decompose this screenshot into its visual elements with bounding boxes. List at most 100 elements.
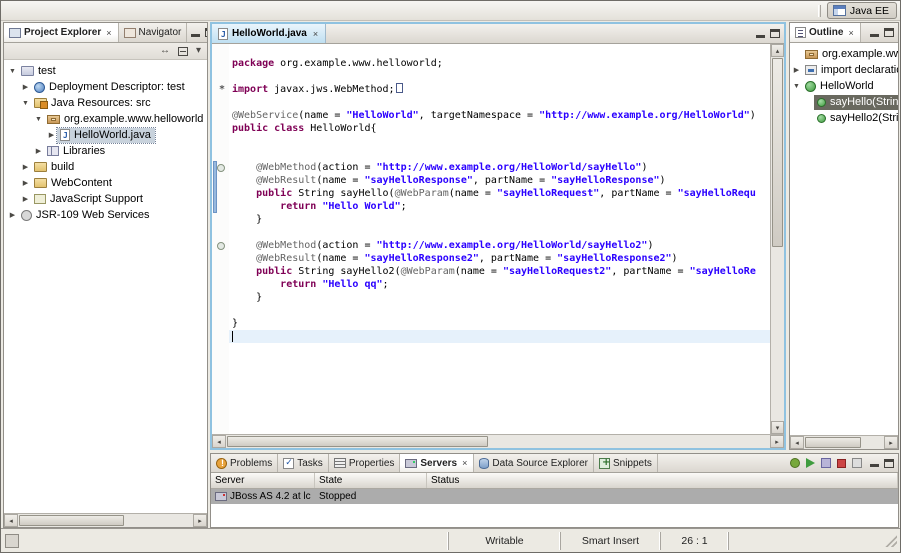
- code-line[interactable]: [229, 44, 770, 57]
- tree-item-jsr-109-web-services[interactable]: ▶JSR-109 Web Services: [4, 207, 207, 223]
- scrollbar-track[interactable]: [804, 436, 884, 449]
- stop-icon[interactable]: [837, 459, 846, 468]
- tab-data-source-explorer[interactable]: Data Source Explorer: [474, 454, 594, 472]
- scroll-left-icon[interactable]: ◂: [212, 435, 226, 448]
- expander-icon[interactable]: ▶: [7, 211, 18, 219]
- maximize-icon[interactable]: [884, 28, 894, 37]
- expander-icon[interactable]: ▶: [33, 147, 44, 155]
- perspective-java-ee-button[interactable]: Java EE: [827, 2, 897, 19]
- expander-icon[interactable]: ▼: [7, 68, 18, 75]
- code-line[interactable]: @WebService(name = "HelloWorld", targetN…: [229, 109, 770, 122]
- view-menu-icon[interactable]: ▾: [196, 46, 201, 56]
- code-line[interactable]: public class HelloWorld{: [229, 122, 770, 135]
- webservice-marker-icon[interactable]: [217, 164, 225, 172]
- horizontal-scrollbar[interactable]: ◂ ▸: [790, 435, 898, 449]
- expander-icon[interactable]: ▶: [20, 163, 31, 171]
- code-line[interactable]: [229, 226, 770, 239]
- tab-servers[interactable]: Servers×: [400, 454, 474, 472]
- expander-icon[interactable]: ▼: [33, 116, 44, 123]
- outline-item-sayhello2-string[interactable]: sayHello2(String: [790, 110, 898, 126]
- tree-item-libraries[interactable]: ▶Libraries: [4, 143, 207, 159]
- trim-icon[interactable]: [5, 534, 19, 548]
- expander-icon[interactable]: ▶: [46, 131, 57, 139]
- code-line[interactable]: @WebResult(name = "sayHelloResponse", pa…: [229, 174, 770, 187]
- code-line[interactable]: public String sayHello2(@WebParam(name =…: [229, 265, 770, 278]
- tab-snippets[interactable]: Snippets: [594, 454, 658, 472]
- code-line[interactable]: @WebMethod(action = "http://www.example.…: [229, 239, 770, 252]
- scroll-left-icon[interactable]: ◂: [790, 436, 804, 449]
- code-line[interactable]: @WebMethod(action = "http://www.example.…: [229, 161, 770, 174]
- tab-problems[interactable]: Problems: [211, 454, 278, 472]
- scroll-up-icon[interactable]: ▴: [771, 44, 784, 57]
- column-header-server[interactable]: Server: [211, 473, 315, 488]
- code-line[interactable]: }: [229, 291, 770, 304]
- code-line[interactable]: public String sayHello(@WebParam(name = …: [229, 187, 770, 200]
- tree-item-test[interactable]: ▼test: [4, 63, 207, 79]
- start-icon[interactable]: [806, 458, 815, 468]
- annotation-ruler[interactable]: *: [212, 44, 229, 434]
- horizontal-scrollbar[interactable]: ◂ ▸: [212, 434, 784, 448]
- scrollbar-track[interactable]: [771, 57, 784, 421]
- code-line[interactable]: }: [229, 317, 770, 330]
- horizontal-scrollbar[interactable]: ◂ ▸: [4, 513, 207, 527]
- scrollbar-thumb[interactable]: [805, 437, 861, 448]
- vertical-scrollbar[interactable]: ▴ ▾: [770, 44, 784, 434]
- code-line[interactable]: [229, 304, 770, 317]
- scroll-right-icon[interactable]: ▸: [193, 514, 207, 527]
- minimize-icon[interactable]: [870, 29, 879, 37]
- quickfix-marker-icon[interactable]: *: [219, 84, 225, 95]
- close-icon[interactable]: ×: [847, 28, 854, 38]
- link-with-editor-icon[interactable]: ↔: [160, 46, 170, 56]
- code-line[interactable]: package org.example.www.helloworld;: [229, 57, 770, 70]
- code-line[interactable]: [229, 148, 770, 161]
- collapse-all-icon[interactable]: [178, 47, 188, 56]
- server-row[interactable]: JBoss AS 4.2 at lcStopped: [211, 489, 898, 504]
- toolbar-grip[interactable]: [818, 5, 821, 17]
- tab-outline[interactable]: Outline ×: [790, 23, 861, 42]
- tree-item-webcontent[interactable]: ▶WebContent: [4, 175, 207, 191]
- scrollbar-thumb[interactable]: [227, 436, 488, 447]
- expander-icon[interactable]: ▶: [791, 66, 802, 74]
- tree-item-java-resources-src[interactable]: ▼Java Resources: src: [4, 95, 207, 111]
- code-line[interactable]: }: [229, 213, 770, 226]
- close-icon[interactable]: ×: [312, 29, 319, 39]
- code-editor[interactable]: package org.example.www.helloworld; impo…: [229, 44, 770, 434]
- code-line[interactable]: [229, 96, 770, 109]
- scrollbar-thumb[interactable]: [772, 58, 783, 247]
- outline-item-helloworld[interactable]: ▼HelloWorld: [790, 78, 898, 94]
- outline-item-org-example-www[interactable]: org.example.www: [790, 46, 898, 62]
- tab-project-explorer[interactable]: Project Explorer ×: [4, 23, 119, 42]
- tab-helloworld-java[interactable]: HelloWorld.java ×: [212, 24, 326, 43]
- outline-item-sayhello-string[interactable]: sayHello(String: [790, 94, 898, 110]
- tab-navigator[interactable]: Navigator: [119, 23, 188, 42]
- tree-item-javascript-support[interactable]: ▶JavaScript Support: [4, 191, 207, 207]
- code-line[interactable]: [229, 135, 770, 148]
- close-icon[interactable]: ×: [105, 28, 112, 38]
- scrollbar-track[interactable]: [226, 435, 770, 448]
- expander-icon[interactable]: ▶: [20, 179, 31, 187]
- minimize-icon[interactable]: [191, 29, 200, 37]
- code-line[interactable]: @WebResult(name = "sayHelloResponse2", p…: [229, 252, 770, 265]
- scroll-left-icon[interactable]: ◂: [4, 514, 18, 527]
- close-icon[interactable]: ×: [461, 458, 468, 468]
- profile-icon[interactable]: [821, 458, 831, 468]
- tree-item-helloworld-java[interactable]: ▶HelloWorld.java: [4, 127, 207, 143]
- scroll-down-icon[interactable]: ▾: [771, 421, 784, 434]
- debug-icon[interactable]: [790, 458, 800, 468]
- tree-item-deployment-descriptor-test[interactable]: ▶Deployment Descriptor: test: [4, 79, 207, 95]
- outline-item-import-declarations[interactable]: ▶import declarations: [790, 62, 898, 78]
- maximize-icon[interactable]: [770, 29, 780, 38]
- maximize-icon[interactable]: [884, 459, 894, 468]
- scrollbar-track[interactable]: [18, 514, 193, 527]
- expander-icon[interactable]: ▼: [20, 100, 31, 107]
- expander-icon[interactable]: ▶: [20, 83, 31, 91]
- tab-tasks[interactable]: Tasks: [278, 454, 329, 472]
- code-line[interactable]: import javax.jws.WebMethod;: [229, 83, 770, 96]
- code-line[interactable]: return "Hello World";: [229, 200, 770, 213]
- scrollbar-thumb[interactable]: [19, 515, 124, 526]
- tree-item-build[interactable]: ▶build: [4, 159, 207, 175]
- code-line[interactable]: return "Hello qq";: [229, 278, 770, 291]
- webservice-marker-icon[interactable]: [217, 242, 225, 250]
- expander-icon[interactable]: ▶: [20, 195, 31, 203]
- code-line[interactable]: [229, 343, 770, 356]
